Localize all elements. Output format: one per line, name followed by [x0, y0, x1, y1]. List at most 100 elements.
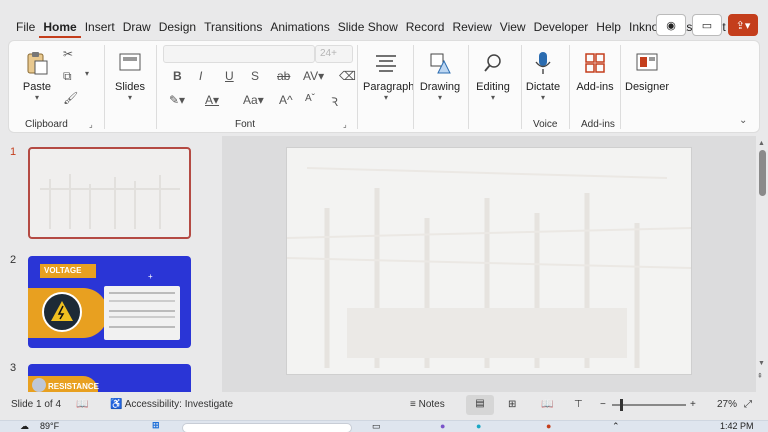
add-ins-button[interactable]: Add-ins	[575, 49, 615, 93]
record-icon: ◉	[666, 19, 676, 32]
designer-label: Designer	[625, 81, 670, 93]
current-slide[interactable]	[286, 147, 692, 375]
clock: 1:42 PM	[720, 421, 754, 431]
zoom-slider-thumb[interactable]	[620, 399, 623, 411]
tab-insert[interactable]: Insert	[81, 16, 119, 38]
tab-transitions[interactable]: Transitions	[200, 16, 266, 38]
slide-number: 1	[10, 146, 17, 158]
cut-icon[interactable]: ✂	[63, 47, 73, 61]
record-button[interactable]: ◉	[656, 14, 686, 36]
collapse-ribbon-icon[interactable]: ⌄	[739, 115, 747, 126]
decrease-font-icon[interactable]: Aˇ	[305, 93, 315, 104]
slide-number: 3	[10, 362, 17, 374]
text-shadow-icon[interactable]: S	[251, 69, 259, 83]
normal-view-icon[interactable]: ▤	[466, 395, 494, 415]
ribbon: Paste ▾ ✂ ⧉ ▾ 🖌 Clipboard ⌟ Slides ▾ 24+…	[8, 40, 760, 133]
voltage-title-box: VOLTAGE	[40, 264, 96, 278]
designer-button[interactable]: Designer	[625, 49, 669, 93]
zoom-level[interactable]: 27%	[717, 399, 737, 410]
powerpoint-icon[interactable]: ●	[546, 421, 551, 431]
tab-developer[interactable]: Developer	[530, 16, 593, 38]
app-icon[interactable]: ●	[476, 421, 481, 431]
zoom-in-icon[interactable]: +	[690, 399, 696, 410]
bold-icon[interactable]: B	[173, 69, 182, 83]
dictate-button[interactable]: Dictate ▾	[525, 49, 561, 102]
drawing-label: Drawing	[419, 81, 461, 93]
copy-icon[interactable]: ⧉	[63, 69, 72, 84]
slide-thumbnail-3[interactable]: RESISTANCE	[28, 364, 191, 392]
editing-button[interactable]: Editing ▾	[473, 49, 513, 102]
tab-file[interactable]: File	[12, 16, 39, 38]
reading-view-icon[interactable]: 📖	[541, 399, 553, 410]
italic-icon[interactable]: I	[199, 69, 202, 83]
scrollbar-thumb[interactable]	[759, 150, 766, 196]
slide-thumbnail-2[interactable]: VOLTAGE +	[28, 256, 191, 348]
font-launcher-icon[interactable]: ⌟	[343, 120, 347, 129]
paragraph-button[interactable]: Paragraph ▾	[363, 49, 414, 102]
vertical-scrollbar[interactable]: ▲ ▼ ⇞	[757, 136, 768, 392]
tab-record[interactable]: Record	[402, 16, 449, 38]
separator	[521, 45, 522, 129]
underline-icon[interactable]: U	[225, 69, 234, 83]
microphone-icon	[529, 49, 557, 77]
font-color-icon[interactable]: A▾	[205, 93, 219, 107]
tab-slide-show[interactable]: Slide Show	[334, 16, 402, 38]
slides-button[interactable]: Slides ▾	[111, 49, 149, 102]
copy-chevron-icon[interactable]: ▾	[85, 69, 89, 78]
text-effects-icon[interactable]: Ꝛ	[331, 93, 338, 110]
zoom-slider[interactable]	[612, 399, 686, 411]
tab-animations[interactable]: Animations	[266, 16, 333, 38]
tab-design[interactable]: Design	[155, 16, 200, 38]
zoom-out-icon[interactable]: −	[600, 399, 606, 410]
substation-background-image	[287, 167, 691, 368]
clear-formatting-icon[interactable]: ⌫	[339, 69, 356, 83]
scroll-up-icon[interactable]: ▲	[758, 140, 765, 147]
font-name-combo[interactable]	[163, 45, 315, 63]
tab-home[interactable]: Home	[39, 16, 81, 38]
warning-icon	[51, 301, 73, 321]
app-icon[interactable]: ●	[440, 421, 445, 431]
tab-view[interactable]: View	[496, 16, 530, 38]
system-tray-icon[interactable]: ⌃	[612, 421, 620, 432]
character-spacing-icon[interactable]: AV▾	[303, 69, 324, 83]
slide-thumbnail-1[interactable]	[28, 147, 191, 239]
comment-icon: ▭	[701, 19, 713, 32]
increase-font-icon[interactable]: A^	[279, 93, 293, 107]
paragraph-icon	[372, 49, 400, 77]
accessibility-icon: ♿	[110, 399, 125, 410]
tab-help[interactable]: Help	[592, 16, 625, 38]
start-icon[interactable]: ⊞	[152, 420, 160, 431]
voltage-icon-circle	[42, 292, 82, 332]
weather-icon[interactable]: ☁	[20, 421, 29, 432]
highlight-icon[interactable]: ✎▾	[169, 93, 185, 107]
tab-review[interactable]: Review	[448, 16, 495, 38]
change-case-icon[interactable]: Aa▾	[243, 93, 264, 107]
resistor-icon	[32, 378, 46, 392]
taskview-icon[interactable]: ▭	[372, 421, 381, 432]
new-slide-icon	[116, 49, 144, 77]
notes-button[interactable]: ≡ Notes	[410, 399, 445, 410]
ribbon-tabs: File Home Insert Draw Design Transitions…	[0, 14, 768, 40]
format-painter-icon[interactable]: 🖌	[63, 91, 78, 105]
slide-sorter-icon[interactable]: ⊞	[508, 399, 516, 410]
font-group-label: Font	[235, 119, 256, 130]
drawing-button[interactable]: Drawing ▾	[419, 49, 461, 102]
font-size-combo[interactable]: 24+	[315, 45, 353, 63]
comments-button[interactable]: ▭	[692, 14, 722, 36]
slide-show-icon[interactable]: ⊤	[574, 399, 583, 410]
share-button[interactable]: ⇪▾	[728, 14, 758, 36]
paste-button[interactable]: Paste ▾	[19, 49, 55, 102]
strikethrough-icon[interactable]: ab	[277, 69, 290, 83]
spell-check-icon[interactable]: 📖	[76, 399, 88, 410]
previous-slide-icon[interactable]: ⇞	[757, 372, 763, 380]
clipboard-launcher-icon[interactable]: ⌟	[89, 120, 93, 129]
clipboard-group-label: Clipboard	[25, 119, 68, 130]
search-input[interactable]	[182, 423, 352, 432]
tab-draw[interactable]: Draw	[119, 16, 155, 38]
notes-label: Notes	[418, 399, 445, 410]
accessibility-button[interactable]: ♿ Accessibility: Investigate	[110, 399, 233, 410]
scroll-down-icon[interactable]: ▼	[758, 360, 765, 367]
separator	[468, 45, 469, 129]
separator	[156, 45, 157, 129]
fit-to-window-icon[interactable]: ⤢	[744, 399, 752, 410]
